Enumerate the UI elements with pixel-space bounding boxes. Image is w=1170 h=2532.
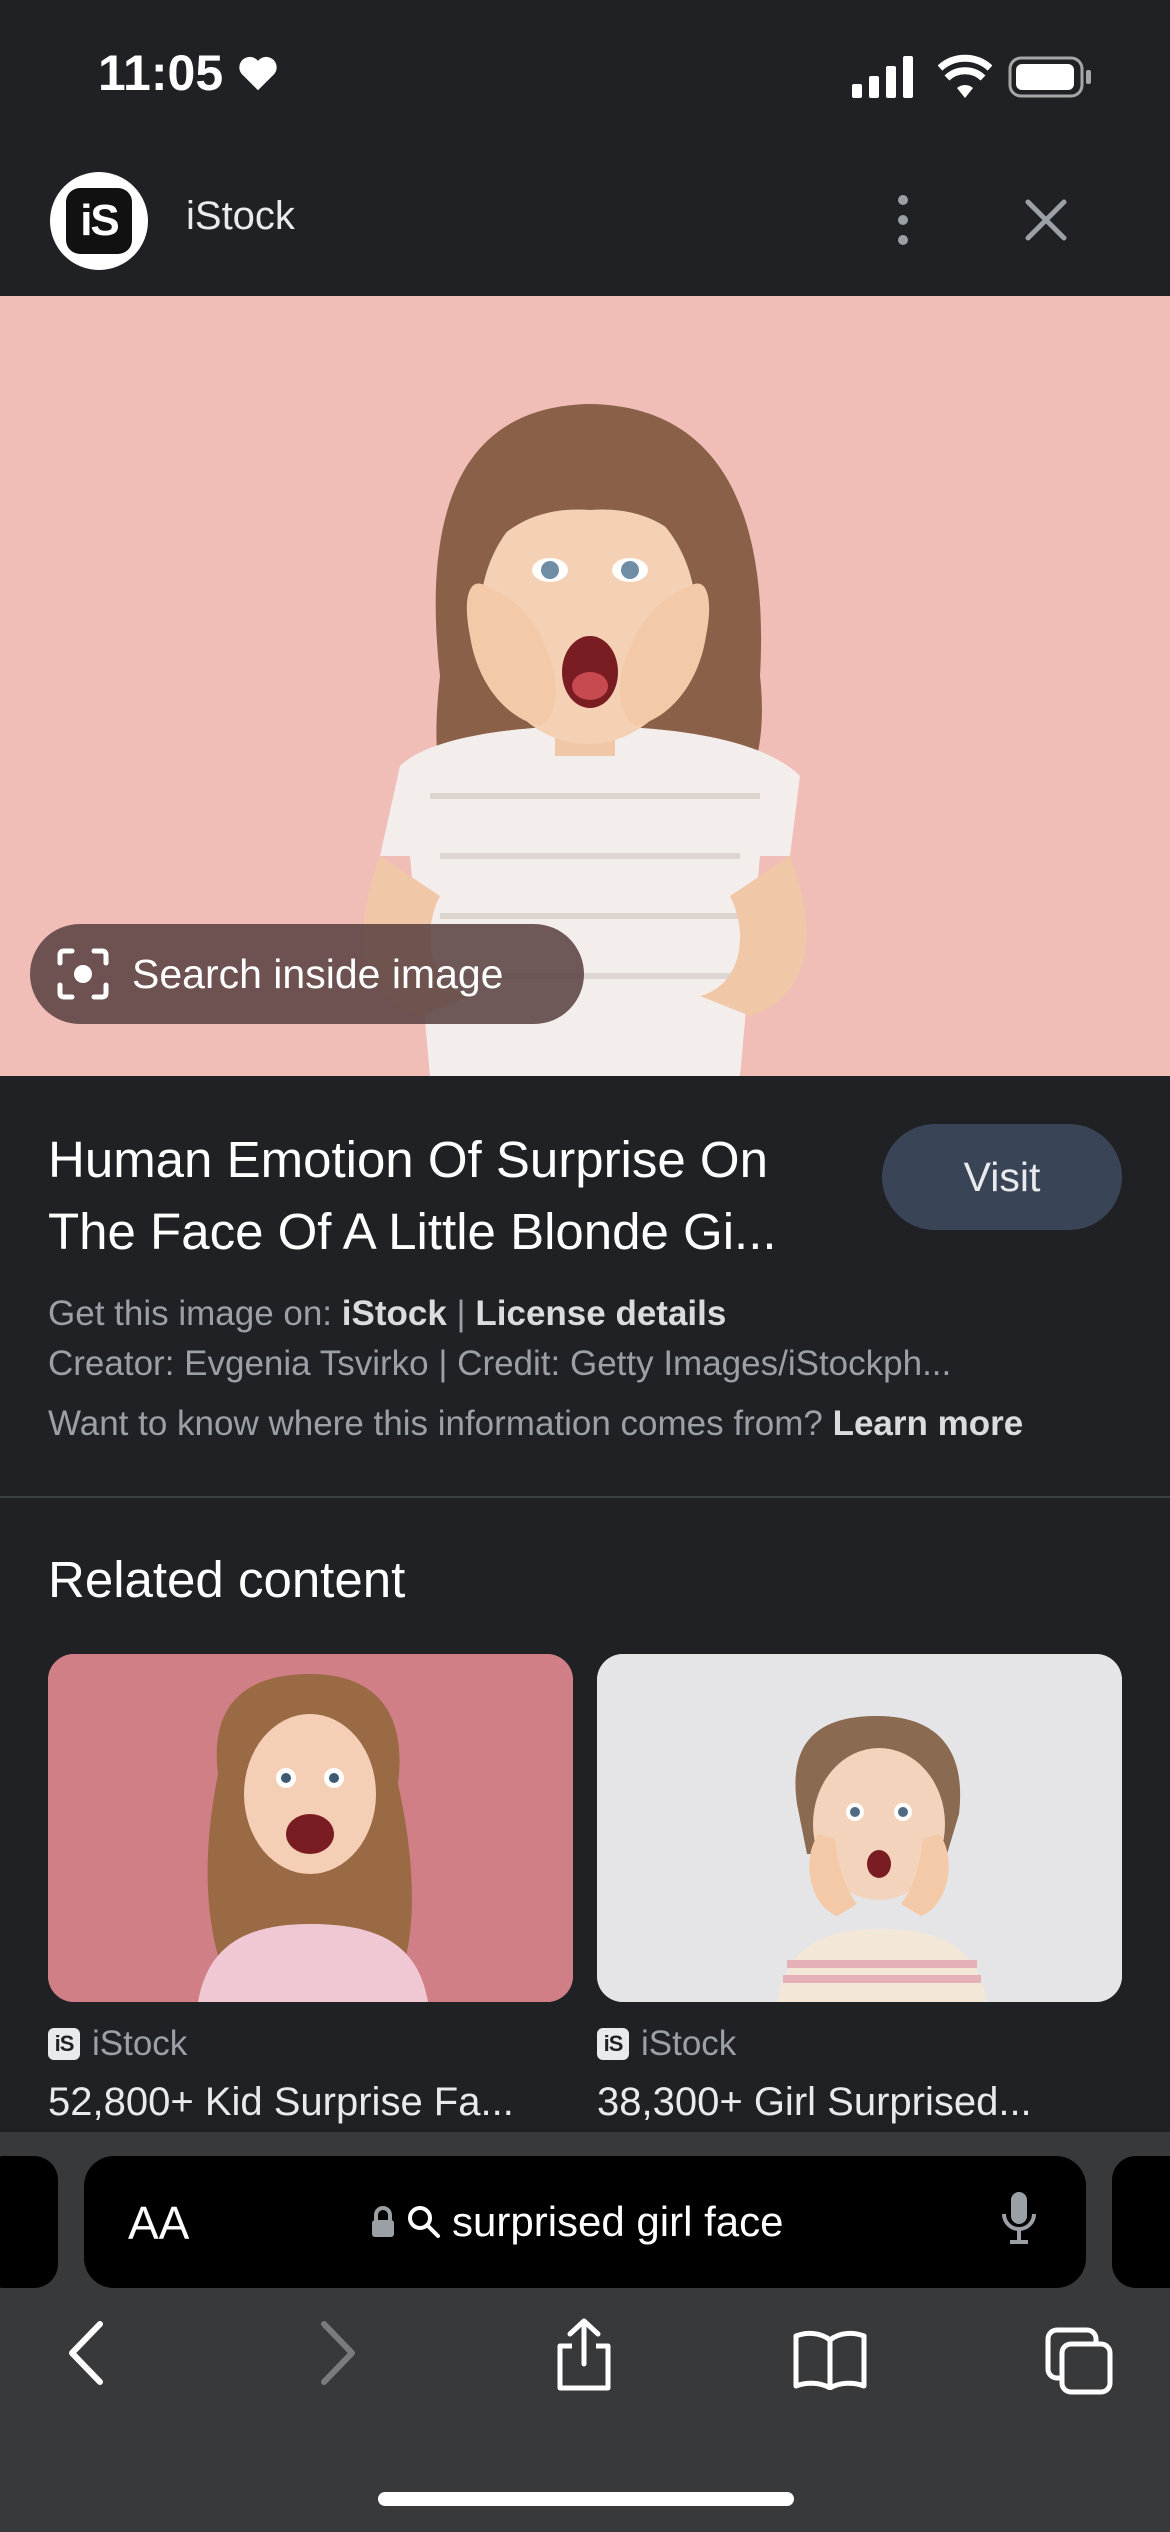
back-icon[interactable] — [66, 2320, 106, 2386]
learn-more-link[interactable]: Learn more — [833, 1404, 1024, 1443]
related-content-heading: Related content — [48, 1551, 406, 1608]
tabs-icon[interactable] — [1044, 2326, 1114, 2396]
girl-long-hair-photo — [48, 1654, 573, 2002]
get-image-prefix: Get this image on: — [48, 1294, 333, 1333]
related-card-source: iS iStock — [48, 2024, 187, 2064]
page-settings-button[interactable]: AA — [128, 2196, 189, 2250]
search-inside-image-button[interactable]: Search inside image — [30, 924, 584, 1024]
source-question: Want to know where this information come… — [48, 1404, 823, 1443]
logo-text: iS — [80, 196, 120, 245]
mic-icon[interactable] — [1000, 2190, 1038, 2246]
related-card-source-label: iStock — [92, 2024, 188, 2063]
lock-icon — [372, 2206, 394, 2237]
search-icon — [408, 2206, 440, 2238]
istock-mini-logo-icon: iS — [597, 2028, 629, 2060]
site-header — [0, 150, 1170, 296]
address-field[interactable]: surprised girl face — [370, 2198, 783, 2246]
search-inside-label: Search inside image — [132, 950, 504, 997]
related-card-image[interactable] — [48, 1654, 573, 2002]
related-card-title[interactable]: 52,800+ Kid Surprise Fa... — [48, 2080, 573, 2125]
source-link[interactable]: iStock — [342, 1294, 447, 1333]
more-vert-icon[interactable] — [884, 190, 922, 250]
next-tab-preview[interactable] — [1112, 2156, 1170, 2288]
toddler-surprised-photo — [597, 1654, 1122, 2002]
address-text: surprised girl face — [452, 2198, 784, 2245]
license-details-link[interactable]: License details — [475, 1294, 726, 1333]
clock-label: 11:05 — [98, 45, 224, 101]
related-card-title[interactable]: 38,300+ Girl Surprised... — [597, 2080, 1122, 2125]
battery-icon — [1008, 56, 1091, 98]
lens-icon — [57, 948, 109, 1000]
related-card-image[interactable] — [597, 1654, 1122, 2002]
source-info-line: Want to know where this information come… — [48, 1404, 1023, 1444]
previous-tab-preview[interactable] — [0, 2156, 58, 2288]
status-time: 11:05 — [98, 44, 279, 102]
source-line: Get this image on: iStock | License deta… — [48, 1294, 727, 1333]
creator-line: Creator: Evgenia Tsvirko | Credit: Getty… — [48, 1344, 952, 1383]
site-name[interactable]: iStock — [186, 194, 295, 239]
close-icon[interactable] — [1022, 196, 1070, 244]
istock-mini-logo-icon: iS — [48, 2028, 80, 2060]
bookmarks-icon[interactable] — [792, 2330, 868, 2390]
istock-logo-mark: iS — [66, 188, 132, 254]
wifi-icon — [938, 54, 992, 98]
home-indicator[interactable] — [378, 2492, 794, 2506]
forward-icon[interactable] — [318, 2320, 358, 2386]
share-icon[interactable] — [552, 2318, 616, 2392]
signal-icon — [852, 56, 913, 98]
heart-icon — [239, 56, 277, 91]
divider — [0, 1496, 1170, 1498]
visit-button[interactable]: Visit — [882, 1124, 1122, 1230]
related-card-source: iS iStock — [597, 2024, 736, 2064]
related-card-source-label: iStock — [641, 2024, 737, 2063]
image-title[interactable]: Human Emotion Of Surprise On The Face Of… — [48, 1124, 858, 1268]
istock-logo[interactable]: iS — [50, 172, 148, 270]
